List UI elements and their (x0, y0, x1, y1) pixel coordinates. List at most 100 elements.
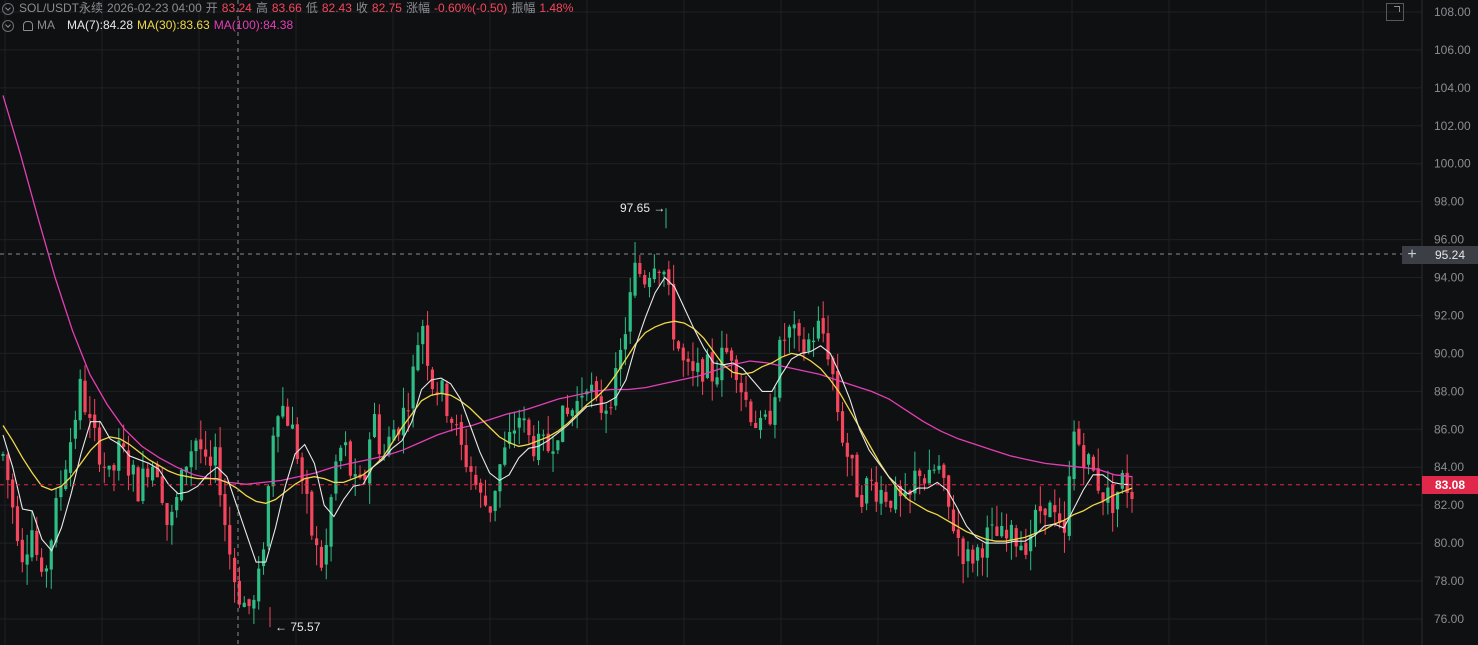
candle-body (893, 485, 898, 510)
candle-body (503, 447, 507, 465)
candle-body (768, 410, 772, 425)
candle-body (802, 339, 806, 354)
crosshair-price-tag: 95.24 (1422, 246, 1478, 264)
candle-body (647, 277, 652, 288)
price-axis-tick-label: 90.00 (1434, 346, 1464, 360)
candle-body (155, 464, 159, 478)
candle-body (450, 418, 454, 423)
last-price-tag: 83.08 (1422, 476, 1478, 494)
price-axis-tick-label: 96.00 (1434, 233, 1464, 247)
price-axis-tick-label: 78.00 (1434, 574, 1464, 588)
candle-body (590, 384, 594, 392)
candle-body (758, 417, 763, 431)
candle-body (315, 538, 319, 546)
candle-body (884, 491, 888, 502)
candle-body (131, 464, 135, 475)
candle-body (811, 340, 816, 343)
candle-body (715, 377, 719, 385)
symbol-label: SOL/USDT永续 (19, 1, 104, 15)
ma7-legend: MA(7):84.28 (67, 18, 134, 32)
candle-body (1038, 506, 1042, 512)
candle-body (1067, 476, 1071, 536)
candle-body (305, 477, 309, 494)
candle-body (783, 339, 787, 341)
candle-body (339, 447, 343, 462)
candle-body (551, 451, 555, 454)
candle-body (474, 474, 478, 485)
candle-body (102, 466, 106, 468)
candle-body (1, 454, 5, 456)
candle-body (194, 440, 198, 452)
candle-body (319, 546, 324, 568)
candle-body (223, 494, 227, 526)
candle-body (247, 599, 251, 607)
candle-body (879, 489, 883, 504)
candle-body (855, 454, 859, 498)
fullscreen-icon[interactable] (1386, 3, 1404, 21)
candle-body (816, 320, 820, 339)
candle-body (64, 469, 68, 489)
price-axis-tick-label: 80.00 (1434, 536, 1464, 550)
candle-body (787, 326, 792, 338)
candle-body (401, 407, 406, 436)
candle-body (252, 599, 256, 609)
candle-body (68, 442, 73, 473)
candle-body (850, 455, 854, 459)
candle-body (826, 333, 830, 360)
indicator-name[interactable]: MA (37, 17, 55, 34)
candle-body (541, 434, 545, 436)
candle-body (773, 397, 777, 425)
candle-body (271, 435, 275, 487)
candle-body (1019, 545, 1023, 551)
candle-body (1033, 509, 1038, 535)
price-axis: 76.00 78.00 80.00 82.00 84.00 86.00 88.00 90.00… (1421, 0, 1471, 645)
candles (1, 242, 1134, 624)
candle-body (39, 557, 44, 572)
candle-body (286, 406, 290, 426)
candle-body (570, 410, 574, 416)
candle-body (686, 358, 690, 362)
candle-body (609, 407, 613, 409)
candle-body (165, 503, 169, 525)
price-axis-tick-label: 98.00 (1434, 195, 1464, 209)
candle-body (797, 323, 801, 336)
candlestick-chart[interactable]: 76.00 78.00 80.00 82.00 84.00 86.00 88.00 90.00… (0, 0, 1478, 645)
candle-body (691, 361, 695, 372)
candle-body (78, 378, 82, 421)
candle-body (112, 465, 116, 471)
candle-body (170, 511, 174, 526)
datetime-label: 2026-02-23 04:00 (107, 1, 202, 15)
candle-body (54, 497, 58, 543)
candle-body (710, 352, 714, 382)
candle-body (329, 497, 333, 547)
candle-body (922, 478, 927, 484)
candle-body (860, 494, 864, 507)
candle-body (517, 417, 521, 428)
candle-body (778, 339, 782, 398)
candle-body (652, 268, 656, 280)
open-label: 开 (205, 1, 218, 15)
change-value: -0.60%(-0.50) (433, 1, 508, 15)
candle-body (1072, 431, 1076, 479)
add-alert-plus-button[interactable]: + (1402, 246, 1422, 264)
candle-body (594, 381, 599, 398)
candle-body (232, 557, 237, 583)
crosshair (0, 0, 1422, 645)
price-axis-tick-label: 84.00 (1434, 460, 1464, 474)
candle-body (160, 476, 164, 503)
candle-body (276, 416, 280, 437)
candle-body (281, 405, 285, 417)
candle-body (532, 436, 536, 457)
candle-body (464, 445, 468, 468)
candle-body (966, 549, 970, 562)
candle-body (749, 401, 753, 423)
indicator-chevron-icon[interactable] (2, 19, 14, 32)
candle-body (25, 554, 29, 565)
alert-bell-icon[interactable] (23, 20, 33, 31)
candle-body (406, 410, 410, 412)
collapse-chevron-icon[interactable] (2, 2, 14, 15)
candle-body (705, 354, 710, 379)
candle-body (261, 549, 266, 567)
candle-body (1053, 505, 1057, 513)
candle-body (1106, 487, 1110, 503)
